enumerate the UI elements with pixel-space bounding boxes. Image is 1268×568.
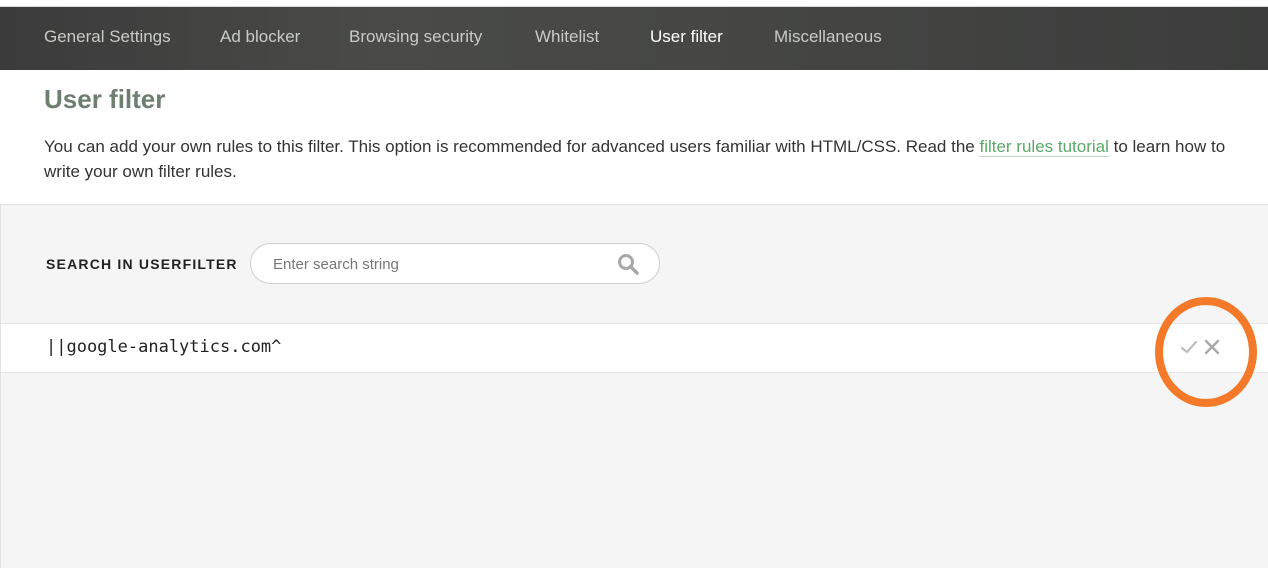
filter-rule-text[interactable]: ||google-analytics.com^ [46, 337, 281, 357]
page-title: User filter [44, 84, 166, 114]
check-icon[interactable] [1180, 338, 1198, 356]
settings-nav: General Settings Ad blocker Browsing sec… [0, 7, 1268, 70]
filter-rule-row[interactable]: ||google-analytics.com^ [1, 323, 1268, 373]
tab-whitelist[interactable]: Whitelist [535, 27, 599, 47]
tab-general-settings[interactable]: General Settings [44, 27, 171, 47]
tab-browsing-security[interactable]: Browsing security [349, 27, 482, 47]
tab-miscellaneous[interactable]: Miscellaneous [774, 27, 882, 47]
description-text-before: You can add your own rules to this filte… [44, 137, 980, 156]
search-icon[interactable] [617, 253, 639, 275]
close-icon[interactable] [1203, 338, 1221, 356]
filter-rules-tutorial-link[interactable]: filter rules tutorial [979, 137, 1109, 157]
search-label: SEARCH IN USERFILTER [46, 256, 238, 272]
tab-user-filter[interactable]: User filter [650, 27, 723, 47]
top-border [0, 0, 1268, 7]
tab-ad-blocker[interactable]: Ad blocker [220, 27, 300, 47]
search-input[interactable] [271, 244, 605, 285]
page-description: You can add your own rules to this filte… [44, 134, 1244, 184]
search-box[interactable] [250, 243, 660, 285]
